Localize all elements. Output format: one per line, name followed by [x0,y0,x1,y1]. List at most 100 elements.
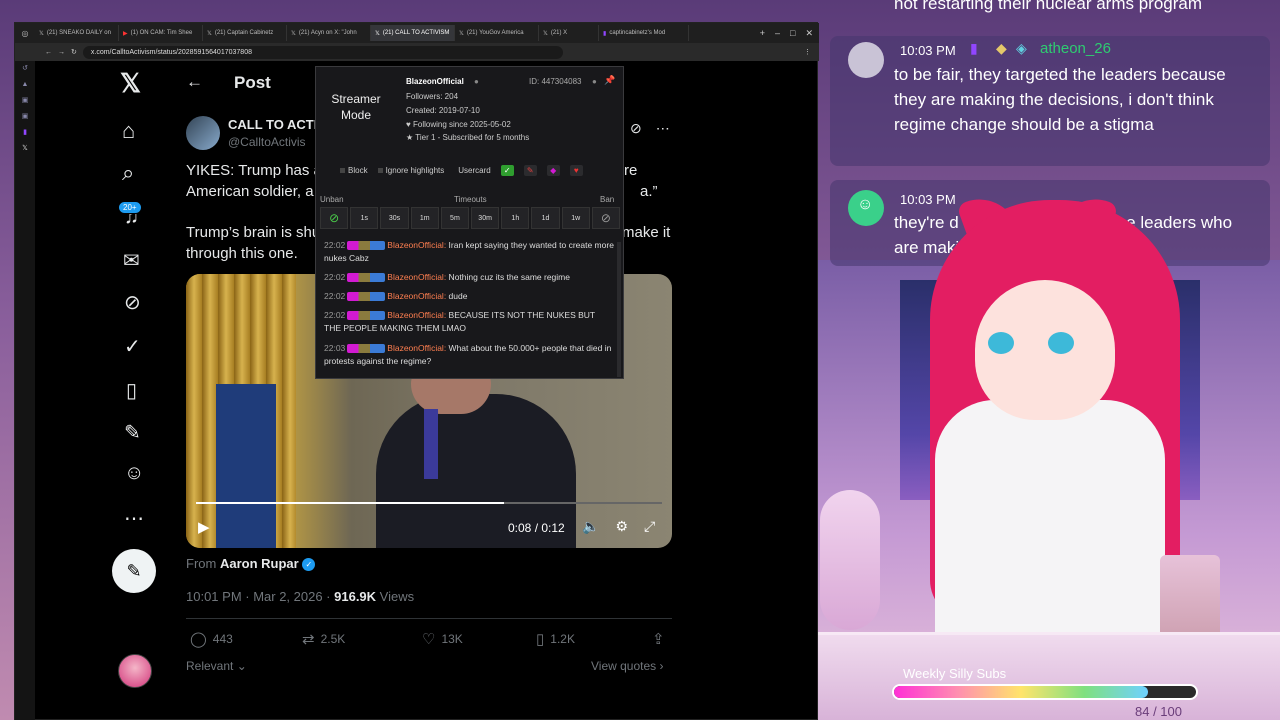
usercard-link[interactable]: Usercard [458,166,490,175]
twitch-icon[interactable]: ▮ [15,125,35,141]
forward-icon[interactable]: → [58,49,65,56]
pin-icon[interactable]: 📌 [604,75,615,86]
search-icon[interactable]: ⌕ [122,160,134,186]
mod-icon[interactable]: ✎ [523,165,537,176]
tab-3[interactable]: 𝕏 (21) Acyn on X: "John [287,25,371,41]
home-icon[interactable]: ⌂ [122,118,135,144]
post-date[interactable]: 10:01 PM · Mar 2, 2026 · [186,589,334,604]
vip-icon[interactable]: ✓ [500,165,514,176]
history-icon[interactable]: ↺ [15,61,35,77]
copy-id-icon[interactable]: ● [592,77,597,86]
copy-icon[interactable]: ● [474,77,479,86]
panel-icon[interactable]: ▣ [15,109,35,125]
tab-2[interactable]: 𝕏 (21) Captain Cabinetz [203,25,287,41]
ban-button[interactable]: ⊘ [591,207,621,229]
view-quotes-link[interactable]: View quotes › [591,659,664,673]
timeout-5m-button[interactable]: 5m [440,207,470,229]
author-handle[interactable]: @CalltoActivis [228,135,306,149]
like-button[interactable]: ♡ 13K [422,630,463,648]
timeout-buttons: ⊘ 1s 30s 1m 5m 30m 1h 1d 1w ⊘ [320,207,621,229]
back-arrow-icon[interactable]: ← [186,72,203,92]
new-tab-icon[interactable]: + [760,28,765,39]
timeout-panel: Unban Timeouts Ban ⊘ 1s 30s 1m 5m 30m 1h… [320,195,621,231]
profile-icon[interactable]: ☺ [124,462,144,485]
bookmark-button[interactable]: ▯ 1.2K [536,630,575,648]
x-icon[interactable]: 𝕏 [15,141,35,157]
msg-text: dude [446,291,468,301]
play-icon[interactable]: ▶ [198,518,210,536]
grok-icon[interactable]: ⊘ [630,120,642,137]
timeout-30m-button[interactable]: 30m [471,207,500,229]
video-progress-bar[interactable] [196,502,662,504]
usercard-username[interactable]: BlazeonOfficial [406,77,464,86]
tab-7[interactable]: ▮ captincabinetz's Mod [599,25,689,41]
tab-bar: ◎ 𝕏 (21) SNEAKO DAILY on ▶ (1) ON CAM: Tim… [15,23,819,43]
minimize-icon[interactable]: – [775,28,780,39]
panel-icon[interactable]: ▣ [15,93,35,109]
post-text-line-3: Trump’s brain is shu [186,224,321,241]
url-field[interactable]: x.com/CalltoActivism/status/202859156401… [82,45,563,59]
gem-badge-icon: ◆ [996,40,1007,56]
msg-user[interactable]: BlazeonOfficial: [387,310,446,320]
tab-4[interactable]: 𝕏 (21) CALL TO ACTIVISM [371,25,455,41]
more-icon[interactable]: ⋯ [124,506,144,531]
author-avatar[interactable] [186,116,220,150]
share-button[interactable]: ⇪ [652,630,665,648]
source-author[interactable]: Aaron Rupar [220,556,299,571]
block-checkbox[interactable]: Block [340,166,368,175]
timeout-1h-button[interactable]: 1h [501,207,530,229]
post-text-line-1: YIKES: Trump has a [186,162,322,179]
tab-5[interactable]: 𝕏 (21) YouGov America [455,25,539,41]
extensions-icon[interactable]: ⋮ [804,48,819,56]
close-icon[interactable]: ✕ [805,28,813,39]
msg-user[interactable]: BlazeonOfficial: [387,272,446,282]
msg-user[interactable]: BlazeonOfficial: [387,343,446,353]
tab-6[interactable]: 𝕏 (21) X [539,25,599,41]
messages-icon[interactable]: ✉ [123,248,140,273]
tab-0[interactable]: 𝕏 (21) SNEAKO DAILY on [35,25,119,41]
timeout-30s-button[interactable]: 30s [380,207,409,229]
more-options-icon[interactable]: ⋯ [656,120,670,137]
timeout-1m-button[interactable]: 1m [410,207,439,229]
account-avatar[interactable] [118,654,152,688]
from-label: From [186,556,217,571]
fullscreen-icon[interactable]: ⤢ [644,518,655,535]
gem-icon[interactable]: ◆ [546,165,560,176]
communities-icon[interactable]: ✓ [124,334,141,359]
ignore-highlights-checkbox[interactable]: Ignore highlights [377,166,444,175]
articles-icon[interactable]: ✎ [124,420,141,445]
tab-1[interactable]: ▶ (1) ON CAM: Tim Shee [119,25,203,41]
list-item: 22:02 BlazeonOfficial: Iran kept saying t… [324,239,614,265]
unban-button[interactable]: ⊘ [320,207,349,229]
grok-icon[interactable]: ⊘ [124,290,141,315]
reload-icon[interactable]: ↻ [71,48,77,56]
timeout-1w-button[interactable]: 1w [561,207,590,229]
volume-icon[interactable]: 🔈 [582,518,599,535]
browser-menu-icon[interactable]: ◎ [15,29,35,38]
settings-gear-icon[interactable]: ⚙ [615,518,628,535]
block-label: Block [348,166,368,175]
author-name[interactable]: CALL TO ACTI [228,117,317,132]
usercard-scrollbar[interactable] [617,242,621,377]
bookmark-icon: ▯ [536,631,545,648]
repost-button[interactable]: ⇄ 2.5K [302,630,345,648]
usercard-tier: ★ Tier 1 - Subscribed for 5 months [406,133,529,142]
sort-dropdown[interactable]: Relevant ⌄ [186,659,247,673]
chat-top-message: not restarting their nuclear arms progra… [894,0,1203,13]
msg-user[interactable]: BlazeonOfficial: [387,240,446,250]
microphone-prop [820,490,880,630]
bookmark-icon[interactable]: ▲ [15,77,35,93]
compose-button[interactable]: ✎ [112,549,156,593]
maximize-icon[interactable]: □ [790,28,795,39]
heart-icon[interactable]: ♥ [569,165,583,176]
timeout-1d-button[interactable]: 1d [531,207,560,229]
back-icon[interactable]: ← [45,49,52,56]
bookmarks-icon[interactable]: ▯ [126,378,137,403]
timeout-1s-button[interactable]: 1s [350,207,379,229]
msg-user[interactable]: BlazeonOfficial: [387,291,446,301]
tab-label: (21) CALL TO ACTIVISM [382,30,450,36]
x-logo[interactable]: 𝕏 [120,68,141,99]
reply-button[interactable]: ◯ 443 [190,630,233,648]
msg-time: 22:02 [324,310,346,320]
usercard-followers: Followers: 204 [406,92,459,101]
